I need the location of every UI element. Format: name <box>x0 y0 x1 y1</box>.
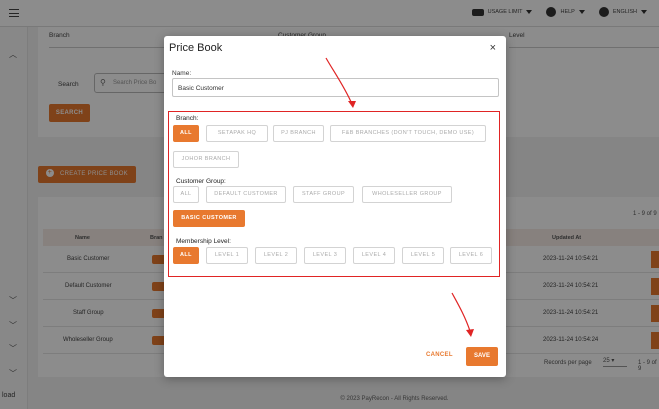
name-input[interactable]: Basic Customer <box>172 78 499 97</box>
group-chip-basic-customer[interactable]: BASIC CUSTOMER <box>173 210 245 227</box>
branch-chip-johor-branch[interactable]: JOHOR BRANCH <box>173 151 239 168</box>
branch-chip-setapak-hq[interactable]: SETAPAK HQ <box>206 125 268 142</box>
membership-level-label: Membership Level: <box>176 238 231 245</box>
group-chip-all[interactable]: ALL <box>173 186 199 203</box>
branch-chip-all[interactable]: ALL <box>173 125 199 142</box>
level-chip-5[interactable]: LEVEL 5 <box>402 247 444 264</box>
level-chip-6[interactable]: LEVEL 6 <box>450 247 492 264</box>
group-chip-staff-group[interactable]: STAFF GROUP <box>293 186 354 203</box>
price-book-dialog: Price Book × Name: Basic Customer Branch… <box>164 36 506 377</box>
level-chip-all[interactable]: ALL <box>173 247 199 264</box>
close-icon[interactable]: × <box>490 42 496 54</box>
selection-highlight-box: Branch: ALL SETAPAK HQ PJ BRANCH F&B BRA… <box>168 111 500 277</box>
customer-group-label: Customer Group: <box>176 178 226 185</box>
branch-chip-pj-branch[interactable]: PJ BRANCH <box>273 125 324 142</box>
level-chip-1[interactable]: LEVEL 1 <box>206 247 248 264</box>
group-chip-default-customer[interactable]: DEFAULT CUSTOMER <box>206 186 286 203</box>
dialog-title: Price Book <box>169 42 223 54</box>
name-label: Name: <box>172 70 192 77</box>
branch-chip-fnb-branches[interactable]: F&B BRANCHES (DON'T TOUCH, DEMO USE) <box>330 125 486 142</box>
branch-label: Branch: <box>176 115 199 122</box>
level-chip-2[interactable]: LEVEL 2 <box>255 247 297 264</box>
group-chip-wholeseller-group[interactable]: WHOLESELLER GROUP <box>362 186 452 203</box>
cancel-button[interactable]: CANCEL <box>426 352 453 358</box>
level-chip-3[interactable]: LEVEL 3 <box>304 247 346 264</box>
level-chip-4[interactable]: LEVEL 4 <box>353 247 395 264</box>
save-button[interactable]: SAVE <box>466 347 498 366</box>
